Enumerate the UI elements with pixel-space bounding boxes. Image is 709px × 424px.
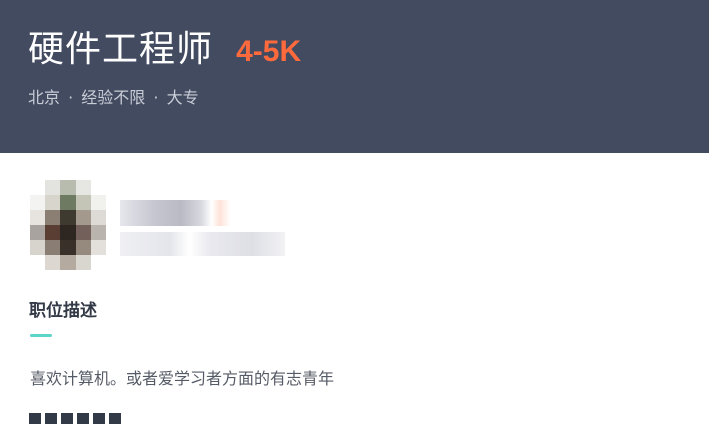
recruiter-profile[interactable] xyxy=(30,180,330,275)
next-section-heading-cropped xyxy=(29,410,124,424)
job-meta: 北京 · 经验不限 · 大专 xyxy=(28,84,199,108)
section-heading-job-description: 职位描述 xyxy=(29,301,97,321)
title-row: 硬件工程师 4-5K xyxy=(28,20,301,72)
job-city: 北京 xyxy=(28,88,61,107)
job-education: 大专 xyxy=(166,88,199,107)
salary-range: 4-5K xyxy=(236,35,302,68)
avatar[interactable] xyxy=(30,180,106,270)
section-underline xyxy=(30,334,52,337)
recruiter-title-blurred xyxy=(120,232,285,256)
meta-separator: · xyxy=(153,88,159,107)
job-description-text: 喜欢计算机。或者爱学习者方面的有志青年 xyxy=(30,369,335,388)
recruiter-name-blurred xyxy=(120,200,255,226)
job-experience: 经验不限 xyxy=(81,88,146,107)
job-title: 硬件工程师 xyxy=(28,29,214,70)
meta-separator: · xyxy=(68,88,74,107)
job-header: 硬件工程师 4-5K 北京 · 经验不限 · 大专 xyxy=(0,0,709,153)
